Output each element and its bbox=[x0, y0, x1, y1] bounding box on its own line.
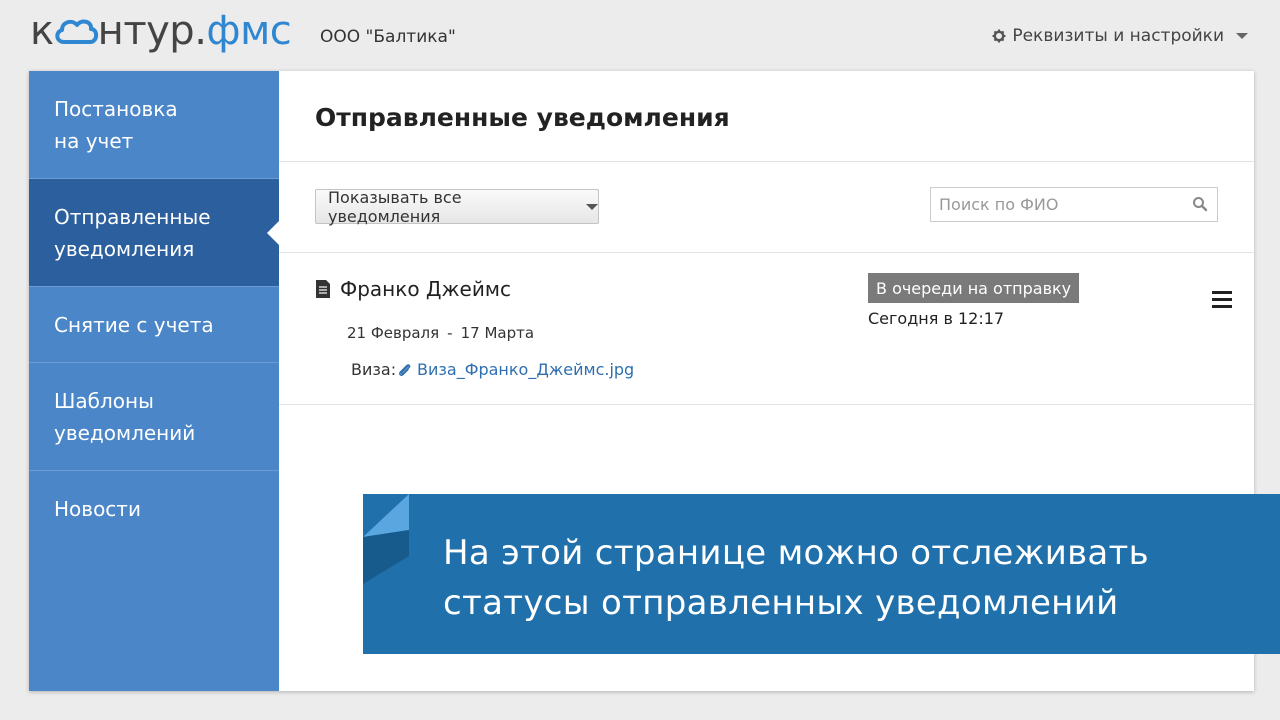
sidebar-item-label: уведомления bbox=[54, 236, 195, 261]
sidebar: Постановка на учет Отправленные уведомле… bbox=[29, 71, 279, 691]
sidebar-item-templates[interactable]: Шаблоны уведомлений bbox=[29, 363, 279, 471]
chevron-down-icon bbox=[1236, 33, 1248, 39]
visa-file-link[interactable]: Виза_Франко_Джеймс.jpg bbox=[417, 360, 634, 379]
filter-dropdown[interactable]: Показывать все уведомления bbox=[315, 187, 599, 226]
sidebar-item-label: Отправленные bbox=[54, 204, 211, 229]
page-title: Отправленные уведомления bbox=[315, 103, 730, 132]
search-box bbox=[930, 187, 1218, 222]
sidebar-item-deregistration[interactable]: Снятие с учета bbox=[29, 287, 279, 363]
logo-text-accent: фмс bbox=[206, 8, 292, 54]
sidebar-item-label: Снятие с учета bbox=[54, 312, 214, 337]
info-banner: На этой странице можно отслеживать стату… bbox=[363, 494, 1280, 654]
filter-dropdown-label: Показывать все уведомления bbox=[328, 187, 462, 226]
document-icon bbox=[316, 280, 330, 298]
settings-menu[interactable]: Реквизиты и настройки bbox=[992, 26, 1248, 46]
date-from: 21 Февраля bbox=[347, 324, 440, 342]
date-to: 17 Марта bbox=[460, 324, 535, 342]
sidebar-item-news[interactable]: Новости bbox=[29, 471, 279, 547]
sidebar-item-label: уведомлений bbox=[54, 420, 196, 445]
status-badge: В очереди на отправку bbox=[868, 273, 1080, 303]
banner-line: На этой странице можно отслеживать bbox=[443, 533, 1150, 573]
notification-person-name[interactable]: Франко Джеймс bbox=[340, 277, 511, 301]
notification-dates: 21 Февраля -17 Марта bbox=[347, 324, 534, 342]
hamburger-menu-icon[interactable] bbox=[1212, 291, 1232, 309]
search-input[interactable] bbox=[931, 188, 1181, 221]
sidebar-item-label: Постановка bbox=[54, 96, 178, 121]
sidebar-item-label: на учет bbox=[54, 128, 134, 153]
gear-icon bbox=[992, 29, 1006, 43]
visa-label: Виза: bbox=[351, 360, 397, 379]
divider bbox=[279, 252, 1254, 253]
organization-name: ООО "Балтика" bbox=[320, 27, 456, 47]
sidebar-item-label: Новости bbox=[54, 497, 141, 521]
banner-line: статусы отправленных уведомлений bbox=[443, 583, 1119, 623]
paperclip-icon bbox=[399, 364, 411, 376]
divider bbox=[279, 404, 1254, 405]
settings-label: Реквизиты и настройки bbox=[1012, 26, 1224, 46]
logo[interactable]: к нтур. фмс bbox=[30, 8, 292, 54]
banner-fold-decoration bbox=[363, 494, 409, 584]
sidebar-item-label: Шаблоны bbox=[54, 388, 154, 413]
search-icon[interactable] bbox=[1192, 196, 1208, 212]
date-separator: - bbox=[447, 324, 453, 342]
divider bbox=[279, 161, 1254, 162]
top-bar: к нтур. фмс ООО "Балтика" Реквизиты и на… bbox=[0, 0, 1280, 70]
banner-text: На этой странице можно отслеживать стату… bbox=[443, 528, 1149, 628]
cloud-icon bbox=[55, 19, 98, 44]
sidebar-item-sent-notifications[interactable]: Отправленные уведомления bbox=[29, 179, 279, 287]
status-timestamp: Сегодня в 12:17 bbox=[868, 309, 1005, 328]
chevron-down-icon bbox=[586, 203, 598, 210]
logo-text-start: к bbox=[30, 8, 54, 54]
sidebar-item-registration[interactable]: Постановка на учет bbox=[29, 71, 279, 179]
logo-text-middle: нтур. bbox=[97, 8, 207, 54]
